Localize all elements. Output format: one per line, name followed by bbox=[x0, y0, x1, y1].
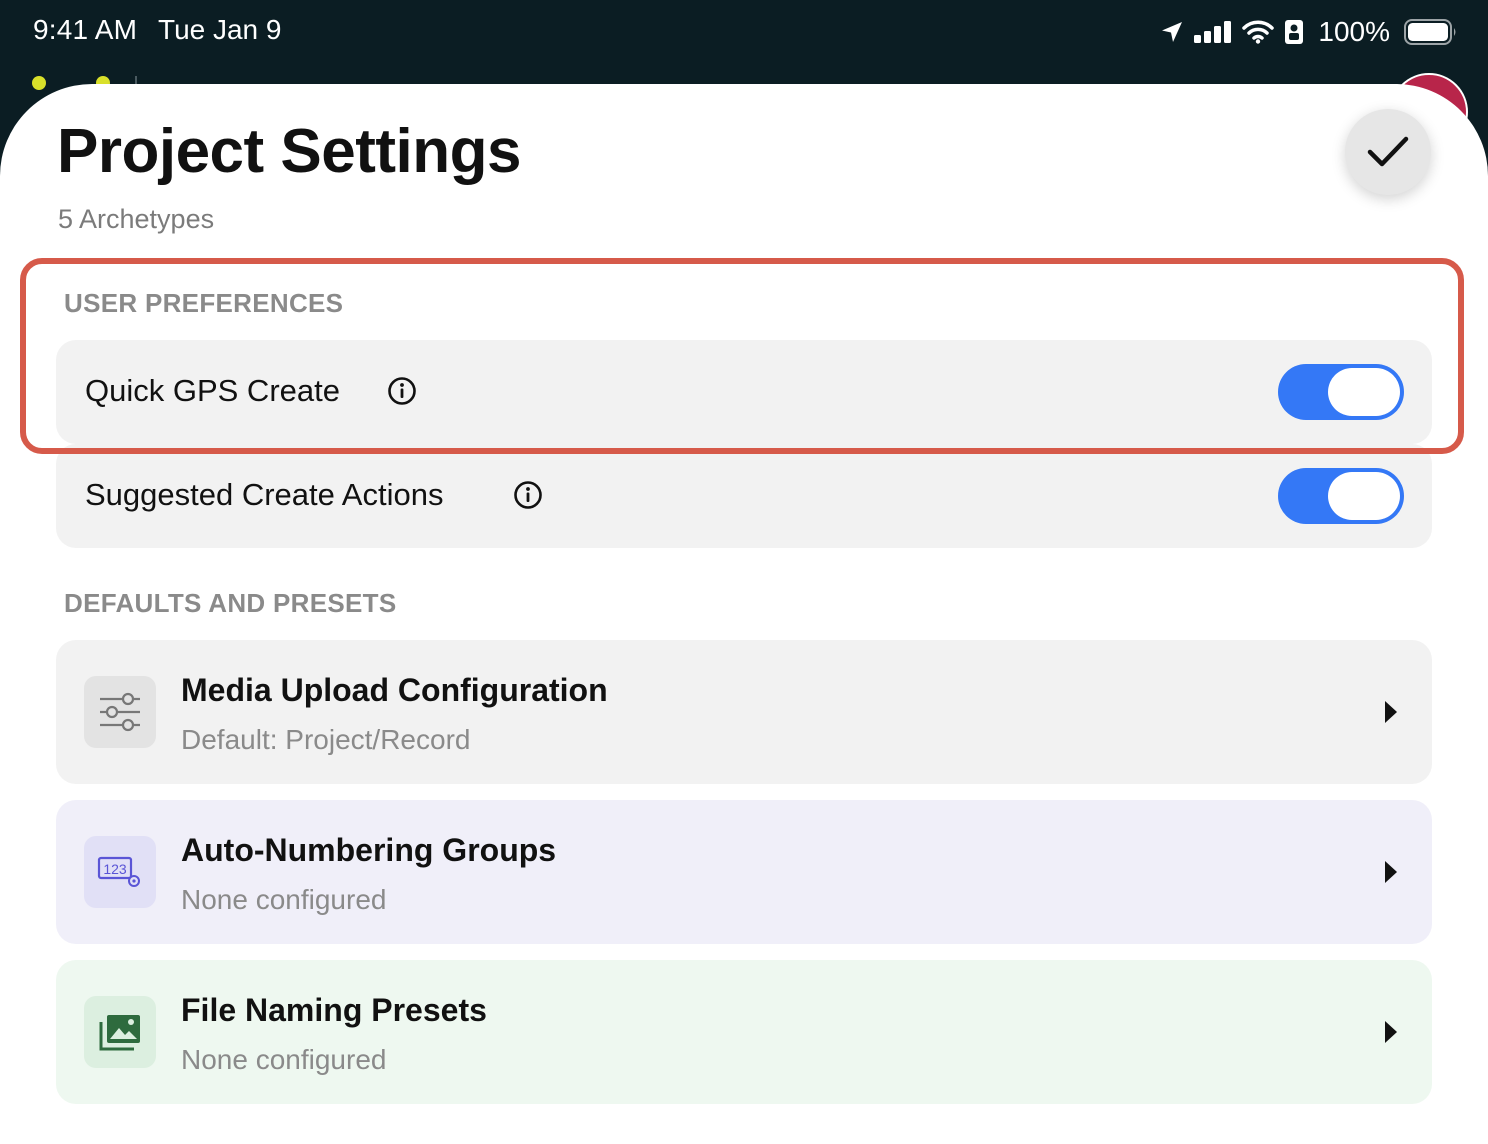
quick-gps-create-row: Quick GPS Create bbox=[56, 340, 1432, 444]
suggested-create-actions-row: Suggested Create Actions bbox=[56, 444, 1432, 548]
card-subtitle: None configured bbox=[181, 1044, 387, 1075]
suggested-create-actions-toggle[interactable] bbox=[1278, 468, 1404, 524]
numbering-icon: 123 bbox=[97, 856, 140, 887]
page-title: Project Settings bbox=[57, 117, 522, 186]
chevron-right-icon bbox=[1385, 701, 1397, 723]
background-logo-dot bbox=[32, 76, 46, 90]
info-icon[interactable] bbox=[387, 376, 417, 406]
page-subtitle: 5 Archetypes bbox=[58, 204, 215, 234]
section-header-user-preferences: USER PREFERENCES bbox=[64, 288, 344, 318]
chevron-right-icon bbox=[1385, 861, 1397, 883]
battery-percent: 100% bbox=[1318, 16, 1390, 47]
toggle-label: Suggested Create Actions bbox=[85, 477, 444, 512]
wifi-icon bbox=[1242, 20, 1275, 44]
card-subtitle: None configured bbox=[181, 884, 387, 915]
quick-gps-create-toggle[interactable] bbox=[1278, 364, 1404, 420]
card-title: Media Upload Configuration bbox=[181, 672, 608, 708]
card-icon-container bbox=[84, 996, 156, 1068]
card-title: Auto-Numbering Groups bbox=[181, 832, 557, 868]
info-icon[interactable] bbox=[513, 480, 543, 510]
project-settings-sheet: Project Settings 5 Archetypes USER PREFE… bbox=[0, 84, 1488, 1144]
section-header-defaults-and-presets: DEFAULTS AND PRESETS bbox=[64, 588, 397, 618]
images-icon bbox=[99, 1015, 140, 1051]
card-icon-container bbox=[84, 676, 156, 748]
media-upload-configuration-card[interactable]: Media Upload Configuration Default: Proj… bbox=[56, 640, 1432, 784]
toggle-knob bbox=[1328, 472, 1400, 520]
location-icon bbox=[1162, 22, 1183, 42]
svg-text:123: 123 bbox=[103, 861, 127, 877]
sliders-icon bbox=[100, 692, 140, 732]
toggle-knob bbox=[1328, 368, 1400, 416]
status-date: Tue Jan 9 bbox=[158, 14, 282, 45]
auto-numbering-groups-card[interactable]: 123 Auto-Numbering Groups None configure… bbox=[56, 800, 1432, 944]
card-title: File Naming Presets bbox=[181, 992, 487, 1028]
file-naming-presets-card[interactable]: File Naming Presets None configured bbox=[56, 960, 1432, 1104]
card-subtitle: Default: Project/Record bbox=[181, 724, 471, 755]
cellular-signal-icon bbox=[1194, 21, 1232, 43]
status-time: 9:41 AM bbox=[33, 14, 138, 45]
status-indicators: 100% bbox=[1160, 14, 1458, 50]
lock-orientation-icon bbox=[1285, 20, 1304, 44]
chevron-right-icon bbox=[1385, 1021, 1397, 1043]
status-bar: 9:41 AM Tue Jan 9 100% bbox=[0, 0, 1488, 70]
done-button[interactable] bbox=[1345, 109, 1431, 195]
checkmark-icon bbox=[1367, 136, 1409, 167]
card-icon-container: 123 bbox=[84, 836, 156, 908]
battery-icon bbox=[1404, 19, 1456, 45]
toggle-label: Quick GPS Create bbox=[85, 373, 340, 408]
